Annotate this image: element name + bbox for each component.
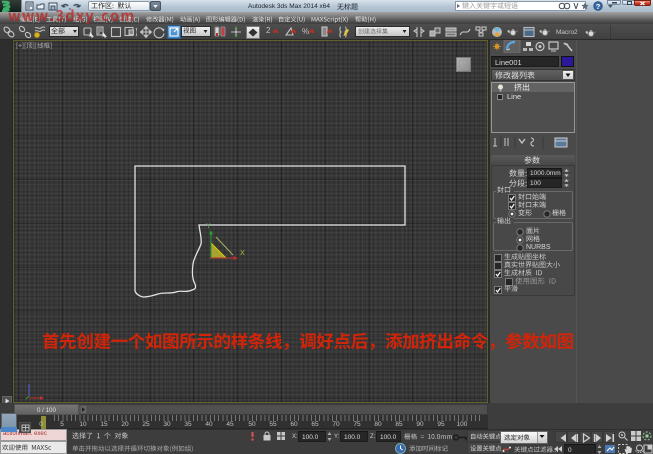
svg-text:X: X	[240, 250, 245, 257]
svg-text:%: %	[302, 27, 309, 36]
svg-text:Y: Y	[206, 223, 211, 230]
svg-text:2: 2	[266, 26, 271, 35]
svg-text:?: ?	[596, 2, 601, 11]
